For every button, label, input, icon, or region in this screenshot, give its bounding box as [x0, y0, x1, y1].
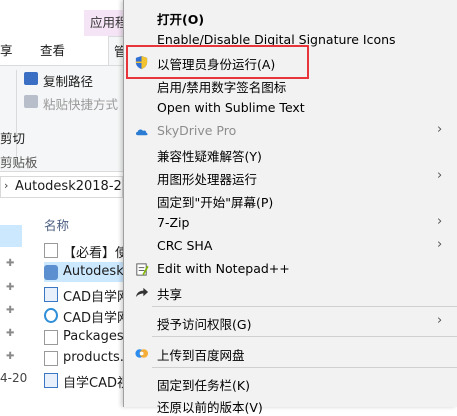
pin-icon[interactable]: ✚ — [6, 258, 14, 269]
address-bar[interactable]: › Autodesk2018-2018 — [0, 176, 123, 198]
paste-shortcut-button[interactable]: 粘贴快捷方式 — [43, 94, 118, 113]
menu-item-upload-baidu[interactable]: 上传到百度网盘 — [124, 342, 457, 364]
tab-share[interactable]: 享 — [0, 40, 13, 59]
file-row-selected[interactable]: Autodesk Setup — [44, 262, 124, 282]
tab-view[interactable]: 查看 — [40, 40, 65, 59]
column-header-name[interactable]: 名称 — [44, 215, 69, 234]
menu-separator — [152, 306, 457, 307]
menu-item-label: CRC SHA — [157, 238, 213, 253]
menu-item-compat-troubleshoot[interactable]: 兼容性疑难解答(Y) — [124, 143, 457, 165]
pin-icon[interactable]: ✚ — [6, 328, 14, 339]
file-row[interactable]: products.cfg — [44, 348, 124, 368]
text-file-icon — [44, 243, 58, 258]
installer-icon — [44, 265, 58, 280]
menu-item-pin-to-start[interactable]: 固定到"开始"屏幕(P) — [124, 189, 457, 211]
share-icon — [135, 287, 149, 298]
cut-button[interactable]: 剪切 — [0, 128, 25, 147]
nav-pane-selected-item[interactable] — [0, 225, 22, 247]
file-name: products.cfg — [63, 350, 124, 365]
document-file-icon — [44, 351, 58, 366]
chevron-right-icon: › — [437, 214, 443, 229]
menu-item-label: 上传到百度网盘 — [157, 348, 245, 363]
file-row[interactable]: 自学CAD视频 — [44, 370, 124, 390]
menu-item-run-with-gpu[interactable]: 用图形处理器运行 › — [124, 166, 457, 188]
document-file-icon — [44, 330, 58, 345]
menu-item-restore-versions[interactable]: 还原以前的版本(V) — [124, 394, 457, 416]
pin-icon[interactable]: ✚ — [6, 282, 14, 293]
ie-shortcut-icon — [44, 308, 58, 323]
notepad-plus-icon — [136, 263, 149, 276]
file-name: Packages.xml — [63, 329, 124, 344]
copy-path-icon — [24, 72, 38, 85]
menu-item-label: 打开(O) — [157, 12, 205, 27]
file-name: 自学CAD视频 — [63, 376, 124, 390]
pin-icon[interactable]: ✚ — [6, 351, 14, 362]
baidu-cloud-icon — [135, 349, 149, 358]
menu-item-skydrive-pro[interactable]: SkyDrive Pro › — [124, 120, 457, 142]
menu-item-label: SkyDrive Pro — [157, 123, 237, 138]
menu-item-edit-notepadpp[interactable]: Edit with Notepad++ — [124, 258, 457, 280]
pin-icon[interactable]: ✚ — [6, 305, 14, 316]
menu-item-grant-access[interactable]: 授予访问权限(G) › — [124, 311, 457, 333]
menu-item-label: 用图形处理器运行 — [157, 172, 258, 187]
file-name: CAD自学网 — [63, 311, 124, 325]
menu-item-7zip[interactable]: 7-Zip › — [124, 212, 457, 234]
copy-path-button[interactable]: 复制路径 — [43, 71, 93, 90]
file-row[interactable]: CAD自学网 — [44, 305, 124, 325]
chevron-right-icon: › — [437, 237, 443, 252]
menu-item-share[interactable]: 共享 — [124, 281, 457, 303]
menu-separator — [152, 336, 457, 337]
menu-item-open[interactable]: 打开(O) — [124, 6, 457, 28]
highlight-annotation-box — [126, 45, 309, 79]
paste-shortcut-icon — [24, 95, 38, 108]
menu-item-open-sublime[interactable]: Open with Sublime Text — [124, 97, 457, 119]
menu-item-pin-taskbar[interactable]: 固定到任务栏(K) — [124, 372, 457, 394]
url-shortcut-icon — [44, 373, 58, 388]
chevron-right-icon: › — [437, 122, 443, 137]
context-tab-app-tools[interactable]: 应用程序工具 — [84, 10, 128, 36]
file-name: 【必看】使用说明 — [63, 246, 124, 260]
url-shortcut-icon — [44, 287, 58, 302]
file-name: CAD自学网 — [63, 290, 124, 304]
clipboard-group-label: 剪贴板 — [0, 155, 38, 170]
chevron-right-icon: › — [437, 313, 443, 328]
menu-item-label: 授予访问权限(G) — [157, 317, 252, 332]
menu-item-label: 共享 — [157, 287, 183, 302]
menu-item-label: 固定到任务栏(K) — [157, 378, 250, 393]
chevron-right-icon: › — [4, 179, 9, 192]
address-path: Autodesk2018-2018 — [15, 179, 122, 194]
menu-item-label: 7-Zip — [157, 215, 190, 230]
menu-item-label: 固定到"开始"屏幕(P) — [157, 195, 274, 210]
menu-item-label: 兼容性疑难解答(Y) — [157, 149, 262, 164]
menu-item-label: 启用/禁用数字签名图标 — [157, 80, 287, 95]
file-row[interactable]: CAD自学网 — [44, 284, 124, 304]
file-row[interactable]: 【必看】使用说明 — [44, 240, 124, 260]
menu-separator — [152, 367, 457, 368]
menu-item-label: Open with Sublime Text — [157, 100, 305, 115]
menu-item-crc-sha[interactable]: CRC SHA › — [124, 235, 457, 257]
file-name: Autodesk Setup — [63, 264, 124, 279]
file-row[interactable]: Packages.xml — [44, 327, 124, 347]
date-modified-fragment: 4-20 — [0, 371, 28, 385]
chevron-right-icon: › — [437, 168, 443, 183]
cloud-icon — [135, 129, 148, 136]
menu-item-label: Edit with Notepad++ — [157, 261, 290, 276]
